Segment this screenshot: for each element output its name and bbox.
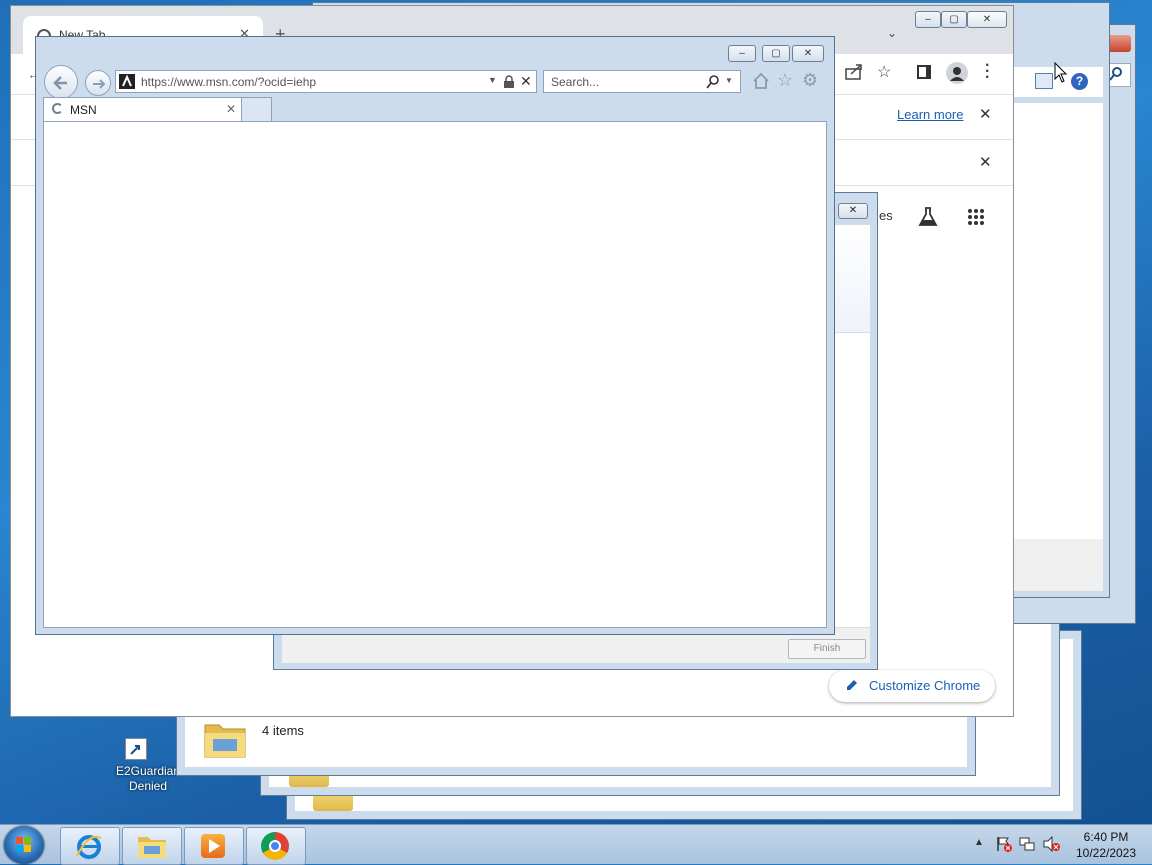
taskbar-media-player[interactable] — [184, 827, 244, 865]
windows-logo-icon — [16, 837, 31, 852]
taskbar: ▲ 6:40 PM 10/22/2023 — [0, 824, 1152, 865]
pencil-icon — [845, 678, 859, 692]
taskbar-ie[interactable] — [60, 827, 120, 865]
address-text: https://www.msn.com/?ocid=iehp — [141, 75, 317, 89]
close-button[interactable]: ✕ — [967, 11, 1007, 28]
preview-pane-icon[interactable] — [1035, 73, 1053, 89]
clock-time: 6:40 PM — [1083, 830, 1129, 844]
search-icon — [1109, 67, 1123, 81]
maximize-button[interactable]: ▢ — [941, 11, 967, 28]
ie-search-box[interactable]: Search... ▼ — [543, 70, 741, 93]
ie-address-bar[interactable]: https://www.msn.com/?ocid=iehp ▼ ✕ — [115, 70, 537, 93]
pane-area — [1013, 103, 1103, 539]
ie-tab[interactable]: MSN ✕ — [43, 97, 242, 121]
close-button[interactable]: ✕ — [838, 203, 868, 219]
ie-content — [43, 121, 827, 628]
close-button[interactable]: ✕ — [792, 45, 824, 62]
back-arrow-icon — [53, 76, 67, 90]
file-explorer-icon — [137, 833, 167, 859]
tab-search-icon[interactable]: ⌄ — [887, 26, 897, 40]
taskbar-chrome[interactable] — [246, 827, 306, 865]
stop-icon[interactable]: ✕ — [520, 73, 532, 90]
ie-window-controls: – ▢ ✕ — [728, 45, 824, 62]
chrome-menu-icon[interactable]: · · · — [985, 58, 990, 86]
volume-muted-icon[interactable] — [1043, 836, 1061, 852]
mouse-cursor-icon — [1054, 62, 1068, 84]
search-dropdown-icon[interactable]: ▼ — [725, 76, 733, 85]
tray-expand-icon[interactable]: ▲ — [974, 837, 984, 848]
folder-icon — [203, 717, 247, 761]
ie-forward-button[interactable] — [85, 70, 111, 96]
search-icon[interactable] — [706, 75, 720, 89]
address-dropdown-icon[interactable]: ▼ — [488, 75, 497, 85]
lock-icon[interactable] — [503, 75, 515, 89]
side-panel-icon[interactable] — [917, 65, 931, 79]
shortcut-arrow-icon — [125, 738, 147, 760]
action-center-flag-icon[interactable] — [996, 836, 1012, 852]
help-icon[interactable]: ? — [1071, 73, 1088, 90]
chrome-window-controls: – ▢ ✕ — [915, 11, 1007, 28]
ie-window[interactable]: – ▢ ✕ https://www.msn.com/?ocid=iehp ▼ ✕… — [35, 36, 835, 635]
share-icon[interactable] — [845, 64, 863, 80]
ie-new-tab[interactable] — [242, 97, 272, 121]
internet-explorer-icon — [75, 832, 103, 860]
minimize-button[interactable]: – — [728, 45, 756, 62]
details-pane — [1013, 539, 1103, 591]
learn-more-link[interactable]: Learn more — [897, 107, 963, 122]
clock-date: 10/22/2023 — [1075, 846, 1137, 860]
favorites-star-icon[interactable]: ☆ — [777, 70, 793, 91]
network-icon[interactable] — [1019, 836, 1035, 852]
bookmark-star-icon[interactable]: ☆ — [877, 62, 891, 82]
ie-tab-title: MSN — [70, 103, 97, 117]
search-placeholder: Search... — [551, 75, 600, 89]
home-icon[interactable] — [752, 72, 770, 90]
finish-button[interactable]: Finish — [788, 639, 866, 659]
customize-chrome-label: Customize Chrome — [869, 678, 981, 693]
tools-gear-icon[interactable]: ⚙ — [802, 70, 818, 91]
forward-arrow-icon — [93, 79, 106, 89]
tab-close-icon[interactable]: ✕ — [226, 102, 236, 116]
ie-back-button[interactable] — [44, 65, 78, 99]
clock[interactable]: 6:40 PM 10/22/2023 — [1066, 829, 1146, 861]
media-player-icon — [201, 834, 225, 858]
labs-flask-icon[interactable] — [917, 206, 939, 228]
infobar-close-icon[interactable]: ✕ — [979, 153, 992, 171]
apps-grid-icon[interactable] — [967, 208, 985, 226]
taskbar-explorer[interactable] — [122, 827, 182, 865]
msn-favicon — [119, 74, 135, 89]
explorer-status-text: 4 items — [262, 723, 304, 738]
loading-icon — [52, 103, 63, 114]
infobar-close-icon[interactable]: ✕ — [979, 105, 992, 123]
customize-chrome-button[interactable]: Customize Chrome — [829, 670, 995, 702]
profile-avatar[interactable] — [946, 62, 968, 84]
ntp-partial-text: es — [879, 208, 893, 223]
minimize-button[interactable]: – — [915, 11, 941, 28]
google-chrome-icon — [261, 832, 289, 860]
start-button[interactable] — [4, 826, 44, 864]
maximize-button[interactable]: ▢ — [762, 45, 790, 62]
finish-label: Finish — [813, 643, 841, 654]
